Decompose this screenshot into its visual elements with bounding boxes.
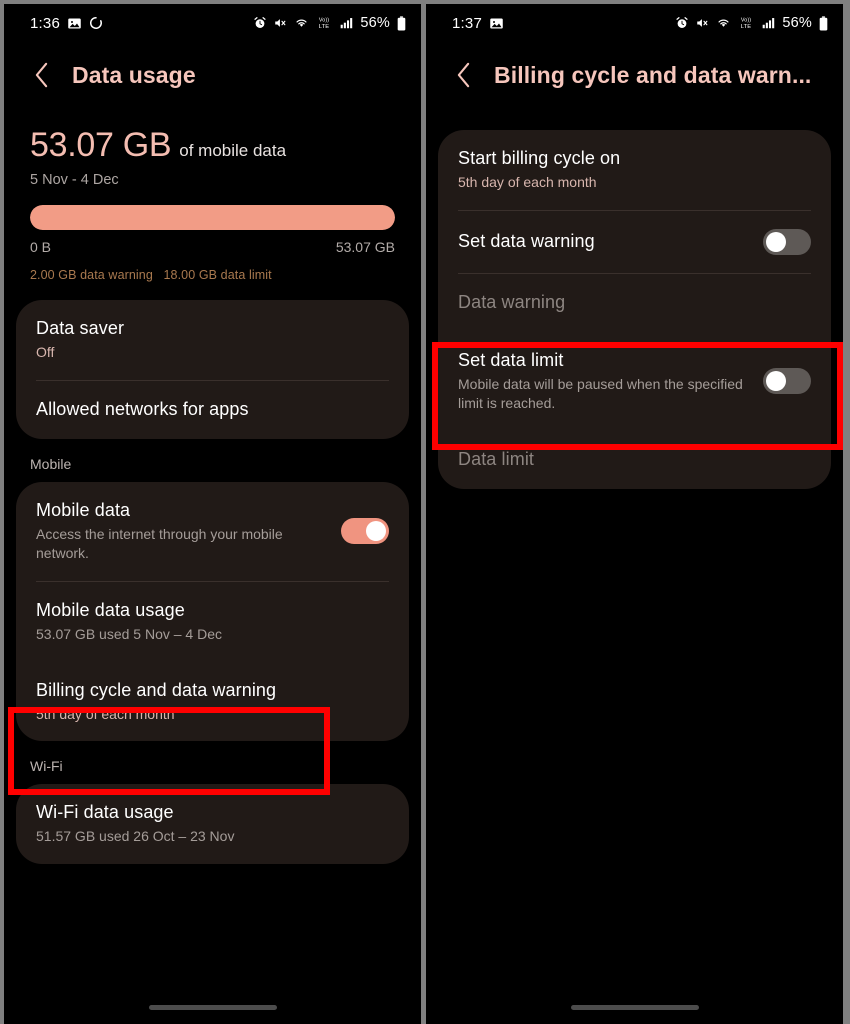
- allowed-networks-title: Allowed networks for apps: [36, 399, 249, 420]
- usage-warning-note: 2.00 GB data warning: [30, 268, 153, 282]
- mobile-data-toggle[interactable]: [341, 518, 389, 545]
- alarm-icon: [675, 16, 689, 30]
- back-button[interactable]: [452, 61, 474, 89]
- battery-percent-label: 56%: [360, 15, 390, 31]
- wifi-data-usage-row[interactable]: Wi-Fi data usage 51.57 GB used 26 Oct – …: [16, 784, 409, 864]
- data-usage-summary: 53.07 GB of mobile data 5 Nov - 4 Dec 0 …: [4, 108, 421, 282]
- signal-bars-icon: [339, 16, 354, 30]
- photo-icon: [489, 16, 504, 31]
- usage-progress-fill: [30, 205, 395, 230]
- set-data-warning-title: Set data warning: [458, 231, 595, 252]
- page-title: Billing cycle and data warn...: [494, 61, 812, 88]
- gesture-nav-bar: [4, 990, 421, 1024]
- screenshot-stage: 1:36 Vo)) LTE 56% Data usage 53.07 GB of…: [0, 0, 850, 1024]
- battery-icon: [396, 15, 407, 31]
- signal-bars-icon: [761, 16, 776, 30]
- set-data-limit-title: Set data limit: [458, 349, 564, 370]
- set-data-limit-toggle[interactable]: [763, 368, 811, 395]
- battery-icon: [818, 15, 829, 31]
- data-saver-title: Data saver: [36, 318, 125, 338]
- mobile-data-title: Mobile data: [36, 499, 131, 520]
- set-data-warning-row[interactable]: Set data warning: [438, 211, 831, 273]
- set-data-limit-description: Mobile data will be paused when the spec…: [458, 375, 743, 411]
- svg-text:LTE: LTE: [741, 24, 752, 30]
- billing-cycle-title: Billing cycle and data warning: [36, 679, 277, 700]
- mobile-data-usage-row[interactable]: Mobile data usage 53.07 GB used 5 Nov – …: [16, 582, 409, 662]
- wifi-icon: [716, 16, 731, 30]
- wifi-data-usage-detail: 51.57 GB used 26 Oct – 23 Nov: [36, 828, 235, 845]
- data-warning-title: Data warning: [458, 292, 566, 313]
- back-arrow-icon: [457, 62, 469, 88]
- section-header-mobile: Mobile: [30, 455, 72, 472]
- nav-home-pill[interactable]: [570, 1004, 699, 1010]
- svg-text:Vo)): Vo)): [741, 18, 751, 24]
- usage-scale-max: 53.07 GB: [335, 239, 395, 255]
- start-billing-cycle-title: Start billing cycle on: [458, 148, 621, 168]
- usage-amount-suffix: of mobile data: [179, 141, 287, 160]
- right-phone-screen: 1:37 Vo)) LTE 56% Billing cycle and data…: [426, 4, 843, 1024]
- allowed-networks-row[interactable]: Allowed networks for apps: [16, 381, 409, 439]
- alarm-icon: [253, 16, 267, 30]
- mobile-data-row[interactable]: Mobile data Access the internet through …: [16, 482, 409, 581]
- usage-amount: 53.07 GB: [30, 126, 172, 164]
- data-limit-title: Data limit: [458, 449, 535, 470]
- general-settings-card: Data saver Off Allowed networks for apps: [16, 300, 409, 439]
- set-data-warning-toggle[interactable]: [763, 228, 811, 255]
- usage-progress-track: [30, 205, 395, 230]
- wifi-data-usage-title: Wi-Fi data usage: [36, 802, 174, 823]
- right-app-bar: Billing cycle and data warn...: [426, 42, 843, 108]
- back-arrow-icon: [35, 62, 47, 88]
- data-limit-row: Data limit: [438, 431, 831, 489]
- mute-icon: [273, 16, 288, 30]
- data-saver-row[interactable]: Data saver Off: [16, 300, 409, 380]
- billing-cycle-and-data-warning-row[interactable]: Billing cycle and data warning 5th day o…: [16, 662, 409, 742]
- loading-circle-icon: [89, 16, 103, 30]
- left-phone-screen: 1:36 Vo)) LTE 56% Data usage 53.07 GB of…: [4, 4, 421, 1024]
- mobile-settings-card: Mobile data Access the internet through …: [16, 481, 409, 742]
- nav-home-pill[interactable]: [148, 1004, 277, 1010]
- volte-icon: Vo)) LTE: [315, 16, 333, 30]
- usage-scale-min: 0 B: [30, 239, 52, 255]
- set-data-limit-row[interactable]: Set data limit Mobile data will be pause…: [438, 332, 831, 431]
- billing-cycle-card: Start billing cycle on 5th day of each m…: [438, 130, 831, 489]
- toggle-knob: [766, 371, 786, 392]
- toggle-knob: [766, 231, 786, 252]
- page-title: Data usage: [72, 61, 196, 88]
- data-warning-row: Data warning: [438, 274, 831, 332]
- section-header-wifi: Wi-Fi: [30, 758, 63, 775]
- mobile-data-usage-title: Mobile data usage: [36, 599, 185, 620]
- svg-text:LTE: LTE: [319, 24, 330, 30]
- left-status-bar: 1:36 Vo)) LTE 56%: [4, 4, 421, 42]
- status-time: 1:36: [30, 14, 60, 32]
- wifi-settings-card: Wi-Fi data usage 51.57 GB used 26 Oct – …: [16, 784, 409, 865]
- usage-date-range: 5 Nov - 4 Dec: [30, 172, 119, 188]
- usage-limit-note: 18.00 GB data limit: [163, 268, 272, 282]
- mute-icon: [695, 16, 710, 30]
- right-status-bar: 1:37 Vo)) LTE 56%: [426, 4, 843, 42]
- status-time: 1:37: [452, 14, 482, 32]
- mobile-data-description: Access the internet through your mobile …: [36, 525, 283, 561]
- mobile-data-usage-detail: 53.07 GB used 5 Nov – 4 Dec: [36, 625, 222, 642]
- billing-cycle-detail: 5th day of each month: [36, 705, 175, 722]
- svg-text:Vo)): Vo)): [319, 18, 329, 24]
- start-billing-cycle-row[interactable]: Start billing cycle on 5th day of each m…: [438, 130, 831, 210]
- start-billing-cycle-value: 5th day of each month: [458, 174, 597, 190]
- data-saver-status: Off: [36, 344, 55, 360]
- volte-icon: Vo)) LTE: [737, 16, 755, 30]
- battery-percent-label: 56%: [782, 15, 812, 31]
- back-button[interactable]: [30, 61, 52, 89]
- usage-progress-bar: 0 B 53.07 GB 2.00 GB data warning 18.00 …: [30, 205, 395, 282]
- gesture-nav-bar: [426, 990, 843, 1024]
- toggle-knob: [366, 521, 386, 542]
- photo-icon: [67, 16, 82, 31]
- left-app-bar: Data usage: [4, 42, 421, 108]
- wifi-icon: [294, 16, 309, 30]
